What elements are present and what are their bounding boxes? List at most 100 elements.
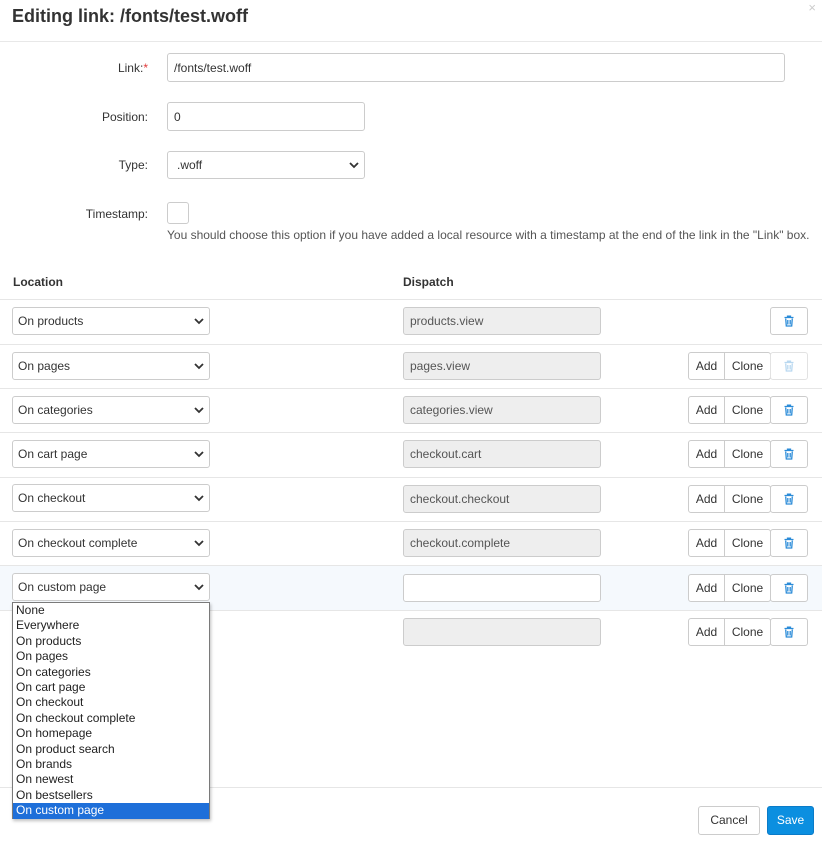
location-select[interactable]: On categories <box>12 396 210 424</box>
dropdown-option[interactable]: On categories <box>13 665 209 681</box>
trash-icon <box>784 537 794 549</box>
location-column-header: Location <box>13 275 63 289</box>
location-dropdown-list[interactable]: None Everywhere On products On pages On … <box>12 602 210 819</box>
dropdown-option[interactable]: On products <box>13 634 209 650</box>
clone-button[interactable]: Clone <box>724 440 771 468</box>
clone-button[interactable]: Clone <box>724 574 771 602</box>
dropdown-option[interactable]: On checkout complete <box>13 711 209 727</box>
location-select-value: On cart page <box>18 447 88 461</box>
location-select[interactable]: On custom page <box>12 573 210 601</box>
timestamp-help-text: You should choose this option if you hav… <box>167 228 810 242</box>
chevron-down-icon <box>194 318 204 325</box>
trash-icon <box>784 315 794 327</box>
location-select[interactable]: On checkout <box>12 484 210 512</box>
dropdown-option[interactable]: On bestsellers <box>13 788 209 804</box>
trash-icon <box>784 493 794 505</box>
dialog-header: Editing link: /fonts/test.woff × <box>0 0 822 42</box>
dropdown-option[interactable]: On pages <box>13 649 209 665</box>
delete-button[interactable] <box>770 529 808 557</box>
location-select[interactable]: On cart page <box>12 440 210 468</box>
location-select-value: On checkout <box>18 491 86 505</box>
clone-button[interactable]: Clone <box>724 618 771 646</box>
location-select[interactable]: On products <box>12 307 210 335</box>
divider <box>0 388 822 389</box>
add-button[interactable]: Add <box>688 440 725 468</box>
clone-button[interactable]: Clone <box>724 396 771 424</box>
divider <box>0 299 822 300</box>
delete-button[interactable] <box>770 396 808 424</box>
dialog-title: Editing link: /fonts/test.woff <box>12 6 248 26</box>
timestamp-checkbox[interactable] <box>167 202 189 224</box>
chevron-down-icon <box>194 495 204 502</box>
save-button[interactable]: Save <box>767 806 814 835</box>
chevron-down-icon <box>194 540 204 547</box>
add-button[interactable]: Add <box>688 529 725 557</box>
dropdown-option[interactable]: Everywhere <box>13 618 209 634</box>
trash-icon <box>784 448 794 460</box>
chevron-down-icon <box>194 363 204 370</box>
dropdown-option[interactable]: On newest <box>13 772 209 788</box>
add-button[interactable]: Add <box>688 618 725 646</box>
divider <box>0 565 822 566</box>
delete-button[interactable] <box>770 618 808 646</box>
divider <box>0 432 822 433</box>
required-mark: * <box>143 61 148 75</box>
delete-button[interactable] <box>770 307 808 335</box>
dropdown-option[interactable]: On homepage <box>13 726 209 742</box>
chevron-down-icon <box>194 584 204 591</box>
delete-button <box>770 352 808 380</box>
dispatch-field: pages.view <box>403 352 601 380</box>
close-icon[interactable]: × <box>808 0 816 15</box>
add-button[interactable]: Add <box>688 485 725 513</box>
type-label: Type: <box>118 158 148 172</box>
position-label: Position: <box>101 110 148 124</box>
chevron-down-icon <box>349 162 359 169</box>
location-select[interactable]: On pages <box>12 352 210 380</box>
add-button[interactable]: Add <box>688 574 725 602</box>
location-select-value: On custom page <box>18 580 107 594</box>
dropdown-option[interactable]: On cart page <box>13 680 209 696</box>
delete-button[interactable] <box>770 574 808 602</box>
trash-icon <box>784 360 794 372</box>
clone-button[interactable]: Clone <box>724 529 771 557</box>
add-button[interactable]: Add <box>688 396 725 424</box>
location-select-value: On checkout complete <box>18 536 138 550</box>
dispatch-input[interactable] <box>403 574 601 602</box>
location-select[interactable]: On checkout complete <box>12 529 210 557</box>
clone-button[interactable]: Clone <box>724 352 771 380</box>
cancel-button[interactable]: Cancel <box>698 806 760 835</box>
chevron-down-icon <box>194 407 204 414</box>
trash-icon <box>784 626 794 638</box>
trash-icon <box>784 582 794 594</box>
dispatch-field: checkout.complete <box>403 529 601 557</box>
trash-icon <box>784 404 794 416</box>
location-select-value: On categories <box>18 403 93 417</box>
divider <box>0 521 822 522</box>
dropdown-option[interactable]: On product search <box>13 742 209 758</box>
delete-button[interactable] <box>770 485 808 513</box>
delete-button[interactable] <box>770 440 808 468</box>
type-select[interactable]: .woff <box>167 151 365 179</box>
link-input[interactable] <box>167 53 785 82</box>
location-select-value: On products <box>18 314 84 328</box>
timestamp-label: Timestamp: <box>85 207 148 221</box>
dispatch-field <box>403 618 601 646</box>
dispatch-field: checkout.cart <box>403 440 601 468</box>
dropdown-option[interactable]: On brands <box>13 757 209 773</box>
dropdown-option[interactable]: On checkout <box>13 695 209 711</box>
dispatch-column-header: Dispatch <box>403 275 454 289</box>
dropdown-option-selected[interactable]: On custom page <box>13 803 209 819</box>
divider <box>0 477 822 478</box>
dispatch-field: categories.view <box>403 396 601 424</box>
location-select-value: On pages <box>18 359 71 373</box>
dropdown-option[interactable]: None <box>13 603 209 619</box>
position-input[interactable] <box>167 102 365 131</box>
type-select-value: .woff <box>177 158 203 172</box>
dispatch-field: checkout.checkout <box>403 485 601 513</box>
chevron-down-icon <box>194 451 204 458</box>
divider <box>0 344 822 345</box>
link-label: Link:* <box>117 61 148 75</box>
add-button[interactable]: Add <box>688 352 725 380</box>
dispatch-field: products.view <box>403 307 601 335</box>
clone-button[interactable]: Clone <box>724 485 771 513</box>
